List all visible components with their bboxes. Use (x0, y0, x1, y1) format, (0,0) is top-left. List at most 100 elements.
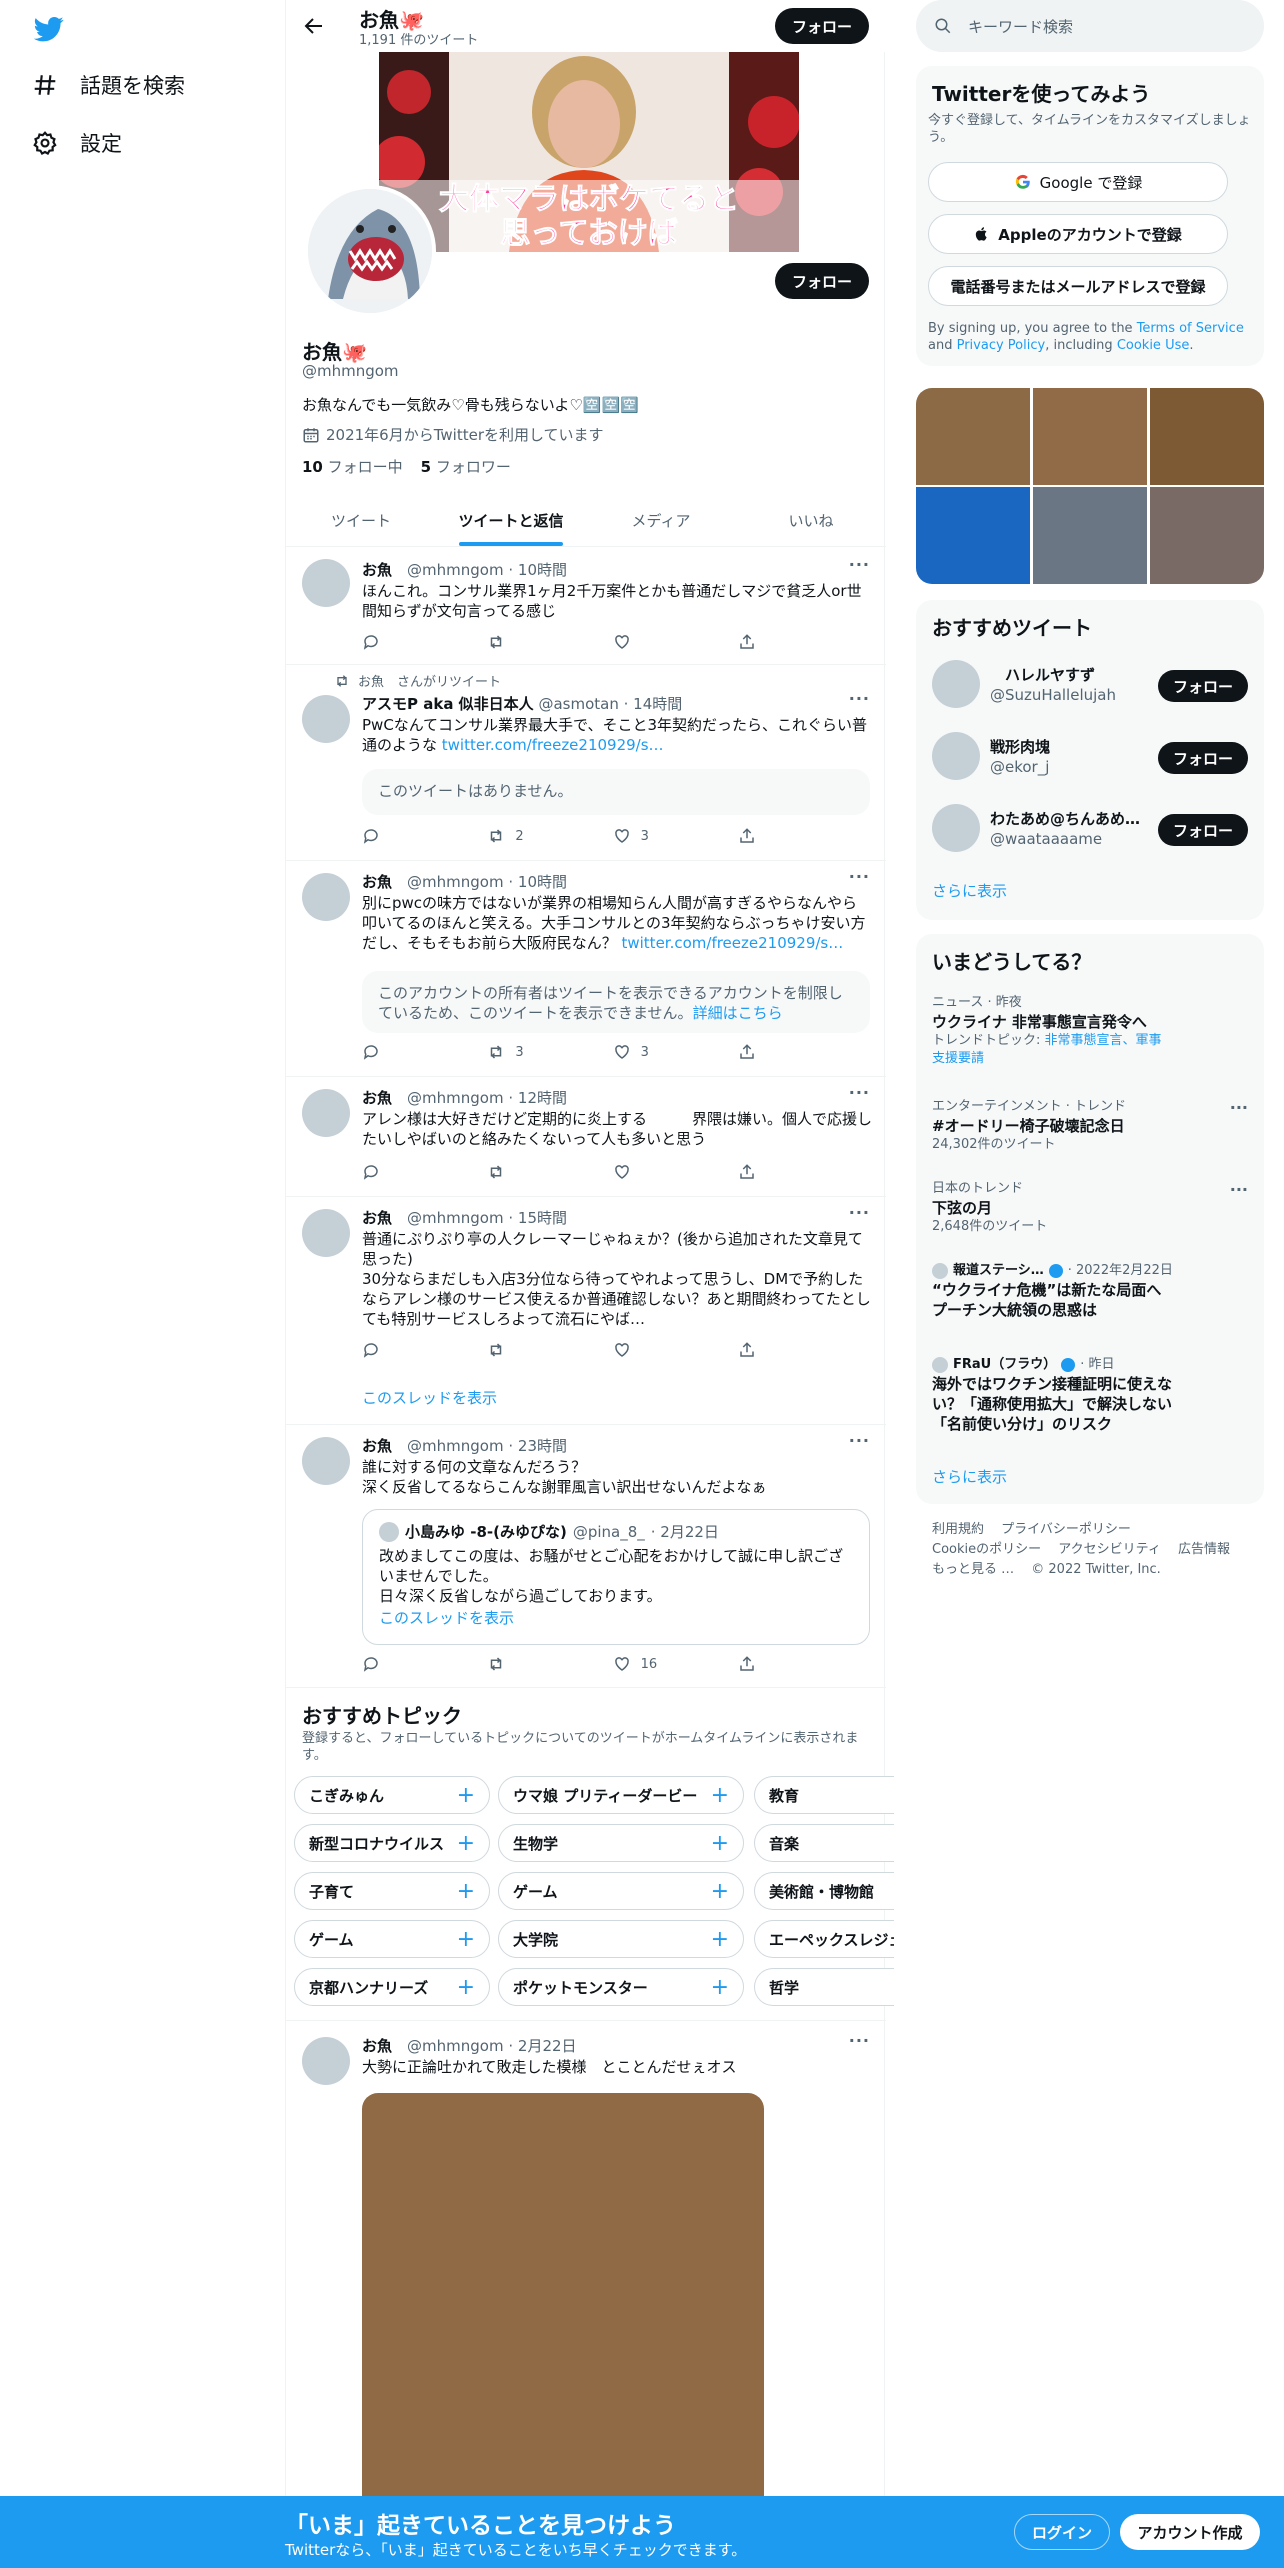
trend-item[interactable]: ··· エンターテインメント · トレンド #オードリー椅子破壊記念日 24,3… (932, 1098, 1248, 1154)
topic-chip[interactable]: 新型コロナウイルス + (294, 1824, 490, 1862)
recommended-show-more[interactable]: さらに表示 (932, 880, 1007, 901)
tweet-time[interactable]: · 10時間 (508, 561, 567, 579)
share-button[interactable] (738, 1043, 798, 1061)
more-icon[interactable]: ··· (849, 689, 870, 708)
user-avatar[interactable] (932, 732, 980, 780)
topic-chip[interactable]: 子育て + (294, 1872, 490, 1910)
share-button[interactable] (738, 633, 798, 651)
topic-chip[interactable]: ゲーム + (498, 1872, 744, 1910)
profile-follow-button[interactable]: フォロー (775, 263, 869, 299)
tweet[interactable]: お魚 @mhmngom · 23時間 ··· 誰に対する何の文章なんだろう？ 深… (286, 1425, 886, 1688)
user-suggestion[interactable]: 戦形肉塊 @ekor_j フォロー (932, 732, 1248, 784)
like-button[interactable] (613, 1341, 673, 1359)
quoted-show-thread-link[interactable]: このスレッドを表示 (379, 1608, 853, 1628)
tweet[interactable]: お魚 @mhmngom · 10時間 ··· 別にpwcの味方ではないが業界の相… (286, 861, 886, 1077)
profile-banner[interactable]: 大体マラはボケてると 思っておけば (379, 52, 799, 252)
tweet-avatar[interactable] (302, 559, 350, 607)
user-suggestion[interactable]: ハレルヤすず @SuzuHallelujah フォロー (932, 660, 1248, 712)
more-icon[interactable]: ··· (1230, 1180, 1248, 1199)
tweet-author-name[interactable]: お魚 (362, 2037, 392, 2055)
show-thread-link[interactable]: このスレッドを表示 (362, 1387, 497, 1408)
media-thumbnail[interactable] (1150, 388, 1264, 485)
topic-chip[interactable]: ゲーム + (294, 1920, 490, 1958)
retweet-button[interactable] (487, 633, 547, 651)
topic-chip[interactable]: エーペックスレジェ (754, 1920, 894, 1958)
topic-chip[interactable]: こぎみゅん + (294, 1776, 490, 1814)
more-icon[interactable]: ··· (849, 2031, 870, 2050)
search-input[interactable]: キーワード検索 (916, 0, 1264, 52)
like-button[interactable]: 16 (613, 1655, 673, 1673)
cookie-link[interactable]: Cookie Use (1117, 338, 1190, 353)
tweet-time[interactable]: · 10時間 (508, 873, 567, 891)
login-button[interactable]: ログイン (1014, 2514, 1110, 2550)
tweet-avatar[interactable] (302, 695, 350, 743)
tweet-author-name[interactable]: お魚 (362, 873, 392, 891)
follow-button[interactable]: フォロー (1158, 670, 1248, 702)
tweet-author-name[interactable]: お魚 (362, 1437, 392, 1455)
tweet-avatar[interactable] (302, 873, 350, 921)
tab-tweets[interactable]: ツイート (286, 494, 436, 546)
topic-chip[interactable]: ウマ娘 プリティーダービー + (498, 1776, 744, 1814)
more-icon[interactable]: ··· (1230, 1098, 1248, 1117)
tweet-time[interactable]: · 15時間 (508, 1209, 567, 1227)
google-signup-button[interactable]: Google で登録 (928, 162, 1228, 202)
privacy-link[interactable]: Privacy Policy (957, 338, 1046, 353)
footer-accessibility[interactable]: アクセシビリティ (1058, 1542, 1161, 1557)
media-thumbnail[interactable] (1033, 487, 1147, 584)
header-follow-button[interactable]: フォロー (775, 8, 869, 44)
trend-item[interactable]: ··· 日本のトレンド 下弦の月 2,648件のツイート (932, 1180, 1248, 1236)
more-icon[interactable]: ··· (849, 555, 870, 574)
user-avatar[interactable] (932, 660, 980, 708)
twitter-logo-icon[interactable] (32, 14, 66, 44)
footer-ads[interactable]: 広告情報 (1178, 1542, 1230, 1557)
topic-chip[interactable]: 美術館・博物館 (754, 1872, 894, 1910)
follow-button[interactable]: フォロー (1158, 814, 1248, 846)
user-avatar[interactable] (932, 804, 980, 852)
tweet-media-image[interactable] (362, 2093, 764, 2513)
retweet-button[interactable] (487, 1163, 547, 1181)
tweet-avatar[interactable] (302, 1089, 350, 1137)
more-icon[interactable]: ··· (849, 1083, 870, 1102)
tab-tweets-and-replies[interactable]: ツイートと返信 (436, 494, 586, 546)
like-button[interactable]: 3 (613, 1043, 673, 1061)
topic-chip[interactable]: ポケットモンスター + (498, 1968, 744, 2006)
tweet[interactable]: お魚 @mhmngom · 12時間 ··· アレン様は大好きだけど定期的に炎上… (286, 1077, 886, 1197)
create-account-button[interactable]: アカウント作成 (1120, 2514, 1260, 2550)
topic-chip[interactable]: 生物学 + (498, 1824, 744, 1862)
profile-avatar[interactable] (304, 185, 436, 317)
tweet-link[interactable]: twitter.com/freeze210929/s… (621, 934, 843, 952)
retweet-button[interactable] (487, 1341, 547, 1359)
retweet-label[interactable]: お魚 さんがリツイート (358, 671, 501, 690)
media-thumbnail[interactable] (916, 487, 1030, 584)
share-button[interactable] (738, 1655, 798, 1673)
reply-button[interactable] (362, 1655, 422, 1673)
tweet-author-name[interactable]: アスモP aka 似非日本人 (362, 695, 534, 713)
tweet-avatar[interactable] (302, 1437, 350, 1485)
reply-button[interactable] (362, 1341, 422, 1359)
reply-button[interactable] (362, 827, 422, 845)
nav-settings[interactable]: 設定 (32, 128, 122, 158)
trends-show-more[interactable]: さらに表示 (932, 1466, 1007, 1487)
following-link[interactable]: 10 フォロー中 (302, 456, 403, 477)
news-item[interactable]: FRaU（フラウ） · 昨日 海外ではワクチン接種証明に使えない？「通称使用拡大」… (932, 1356, 1248, 1434)
tweet-avatar[interactable] (302, 2037, 350, 2085)
tweet-time[interactable]: · 12時間 (508, 1089, 567, 1107)
footer-cookie[interactable]: Cookieのポリシー (932, 1542, 1041, 1557)
topic-chip[interactable]: 教育 (754, 1776, 894, 1814)
retweet-button[interactable]: 2 (487, 827, 547, 845)
like-button[interactable]: 3 (613, 827, 673, 845)
reply-button[interactable] (362, 1043, 422, 1061)
tweet[interactable]: お魚 @mhmngom · 2月22日 ··· 大勢に正論吐かれて敗走した模様 … (286, 2020, 886, 2513)
more-icon[interactable]: ··· (849, 1203, 870, 1222)
tweet-time[interactable]: · 23時間 (508, 1437, 567, 1455)
follow-button[interactable]: フォロー (1158, 742, 1248, 774)
followers-link[interactable]: 5 フォロワー (421, 456, 511, 477)
phone-email-signup-button[interactable]: 電話番号またはメールアドレスで登録 (928, 266, 1228, 306)
tab-likes[interactable]: いいね (736, 494, 886, 546)
topic-chip[interactable]: 大学院 + (498, 1920, 744, 1958)
topic-chip[interactable]: 音楽 (754, 1824, 894, 1862)
footer-terms[interactable]: 利用規約 (932, 1522, 984, 1537)
share-button[interactable] (738, 827, 798, 845)
media-thumbnail[interactable] (1150, 487, 1264, 584)
topic-chip[interactable]: 哲学 (754, 1968, 894, 2006)
